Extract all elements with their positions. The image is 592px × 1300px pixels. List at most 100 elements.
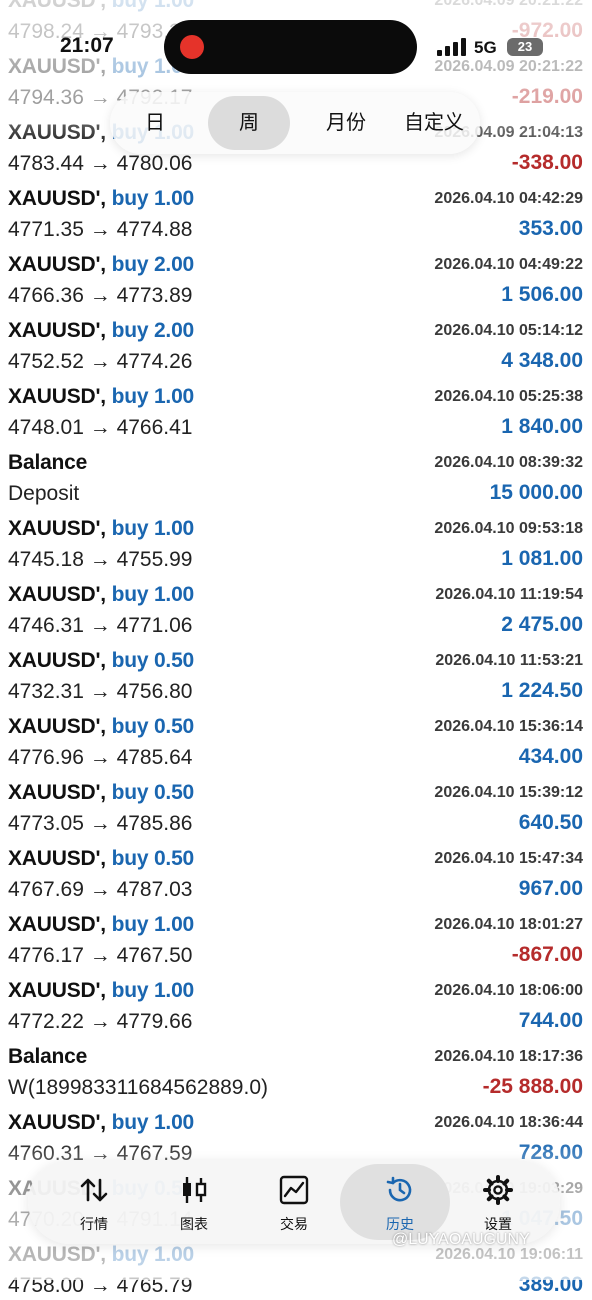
candlestick-icon <box>183 1177 207 1203</box>
deal-volume: 1.00 <box>153 979 195 1002</box>
deal-symbol: XAUUSD' <box>8 715 101 738</box>
deal-symbol: XAUUSD' <box>8 913 101 936</box>
deal-row[interactable]: XAUUSD', buy 1.00 2026.04.10 05:25:38 4748… <box>0 376 592 442</box>
deal-row[interactable]: XAUUSD', buy 1.00 2026.04.10 18:01:27 4776… <box>0 904 592 970</box>
deal-header: XAUUSD', buy 2.00 <box>8 253 195 276</box>
deal-side: buy <box>111 781 149 804</box>
trend-chart-icon <box>279 1175 309 1205</box>
nav-charts-label: 图表 <box>180 1216 208 1232</box>
deal-time: 2026.04.10 18:01:27 <box>434 916 583 933</box>
deal-header: XAUUSD', buy 1.00 <box>8 517 195 540</box>
deal-time: 2026.04.10 15:39:12 <box>434 784 583 801</box>
deal-profit: 2 475.00 <box>501 613 583 636</box>
deal-volume: 1.00 <box>153 913 195 936</box>
history-clock-icon <box>386 1176 412 1202</box>
deal-symbol: XAUUSD' <box>8 253 101 276</box>
period-tab-custom[interactable]: 自定义 <box>392 92 476 154</box>
deal-side: buy <box>111 253 149 276</box>
deal-header: XAUUSD', buy 1.00 <box>8 583 195 606</box>
deal-profit: -867.00 <box>511 943 583 966</box>
deal-prices: 4783.44 → 4780.06 <box>8 152 193 175</box>
deal-time: 2026.04.10 18:36:44 <box>434 1114 583 1131</box>
deal-time: 2026.04.10 05:25:38 <box>434 388 583 405</box>
deal-header: XAUUSD', buy 0.50 <box>8 649 195 672</box>
deal-row[interactable]: XAUUSD', buy 0.50 2026.04.10 15:36:14 4776… <box>0 706 592 772</box>
deal-time: 2026.04.10 05:14:12 <box>434 322 583 339</box>
deal-symbol: XAUUSD' <box>8 1111 101 1134</box>
period-tab-day[interactable]: 日 <box>120 92 190 154</box>
deal-side: buy <box>111 913 149 936</box>
deal-header: XAUUSD', buy 0.50 <box>8 781 195 804</box>
deal-symbol: Balance <box>8 1045 88 1068</box>
deal-prices: 4771.35 → 4774.88 <box>8 218 193 241</box>
watermark: @LUYAOAUGUNY <box>392 1231 530 1248</box>
deal-header: XAUUSD', buy 1.00 <box>8 1111 195 1134</box>
deal-side: buy <box>111 649 149 672</box>
balance-row[interactable]: Balance 2026.04.10 18:17:36 W(189983311684… <box>0 1036 592 1102</box>
period-segmented-control: 日 周 月份 自定义 <box>110 92 480 154</box>
nav-charts[interactable]: 图表 <box>144 1160 244 1244</box>
deal-time: 2026.04.10 04:49:22 <box>434 256 583 273</box>
deal-volume: 0.50 <box>153 715 195 738</box>
period-tab-month[interactable]: 月份 <box>306 92 386 154</box>
deal-profit: 1 840.00 <box>501 415 583 438</box>
deal-side: buy <box>111 319 149 342</box>
deal-profit: -338.00 <box>511 151 583 174</box>
deal-row[interactable]: XAUUSD', buy 2.00 2026.04.10 05:14:12 4752… <box>0 310 592 376</box>
deal-prices: 4732.31 → 4756.80 <box>8 680 193 703</box>
deal-header: XAUUSD', buy 0.50 <box>8 847 195 870</box>
deal-volume: 1.00 <box>153 517 195 540</box>
deal-prices: 4773.05 → 4785.86 <box>8 812 193 835</box>
deal-symbol: XAUUSD' <box>8 319 101 342</box>
deal-profit: 353.00 <box>518 217 583 240</box>
deal-row[interactable]: XAUUSD', buy 0.50 2026.04.10 15:47:34 4767… <box>0 838 592 904</box>
deal-time: 2026.04.10 18:17:36 <box>434 1048 583 1065</box>
deal-header: XAUUSD', buy 1.00 <box>8 913 195 936</box>
history-list: XAUUSD', buy 1.002026.04.09 20:21:224798… <box>0 0 592 1300</box>
deal-row[interactable]: XAUUSD', buy 1.00 2026.04.10 18:06:00 4772… <box>0 970 592 1036</box>
deal-side: buy <box>111 979 149 1002</box>
deal-header: Balance <box>8 451 87 475</box>
deal-row[interactable]: XAUUSD', buy 1.00 2026.04.10 09:53:18 4745… <box>0 508 592 574</box>
deal-volume: 1.00 <box>153 1111 195 1134</box>
deal-profit: 15 000.00 <box>489 481 583 504</box>
deal-volume: 1.00 <box>153 385 195 408</box>
deal-profit: 1 224.50 <box>501 679 583 702</box>
status-time: 21:07 <box>60 34 114 57</box>
deal-row[interactable]: XAUUSD', buy 0.50 2026.04.10 11:53:21 4732… <box>0 640 592 706</box>
period-tab-week[interactable]: 周 <box>208 96 290 150</box>
deal-time: 2026.04.10 11:19:54 <box>435 586 583 603</box>
nav-trade[interactable]: 交易 <box>244 1160 344 1244</box>
deal-time: 2026.04.10 09:53:18 <box>434 520 583 537</box>
recording-icon <box>180 35 204 59</box>
deal-profit: 640.50 <box>518 811 583 834</box>
deal-prices: 4766.36 → 4773.89 <box>8 284 193 307</box>
deal-side: buy <box>111 1111 149 1134</box>
deal-prices: 4746.31 → 4771.06 <box>8 614 193 637</box>
deal-row[interactable]: XAUUSD', buy 0.50 2026.04.10 15:39:12 4773… <box>0 772 592 838</box>
deal-volume: 1.00 <box>153 187 195 210</box>
deal-header: XAUUSD', buy 1.00 <box>8 187 195 210</box>
deal-volume: 2.00 <box>153 253 195 276</box>
deal-volume: 0.50 <box>153 649 195 672</box>
deal-side: buy <box>111 847 149 870</box>
deal-volume: 0.50 <box>153 781 195 804</box>
deal-symbol: XAUUSD' <box>8 847 101 870</box>
deal-row[interactable]: XAUUSD', buy 2.00 2026.04.10 04:49:22 4766… <box>0 244 592 310</box>
deal-symbol: Balance <box>8 451 88 474</box>
gear-icon <box>483 1175 513 1205</box>
battery-icon: 23 <box>507 38 543 56</box>
deal-header: XAUUSD', buy 2.00 <box>8 319 195 342</box>
nav-quotes[interactable]: 行情 <box>44 1160 144 1244</box>
deal-header: XAUUSD', buy 1.00 <box>8 979 195 1002</box>
deal-row[interactable]: XAUUSD', buy 1.00 2026.04.10 11:19:54 4746… <box>0 574 592 640</box>
deal-side: buy <box>111 715 149 738</box>
deal-prices: 4767.69 → 4787.03 <box>8 878 193 901</box>
deal-time: 2026.04.10 15:47:34 <box>434 850 583 867</box>
deal-profit: -25 888.00 <box>482 1075 583 1098</box>
dynamic-island <box>164 20 417 74</box>
deal-symbol: XAUUSD' <box>8 781 101 804</box>
deal-row[interactable]: XAUUSD', buy 1.00 2026.04.10 04:42:29 4771… <box>0 178 592 244</box>
balance-row[interactable]: Balance 2026.04.10 08:39:32 Deposit 15 000.… <box>0 442 592 508</box>
deal-time: 2026.04.10 18:06:00 <box>434 982 583 999</box>
